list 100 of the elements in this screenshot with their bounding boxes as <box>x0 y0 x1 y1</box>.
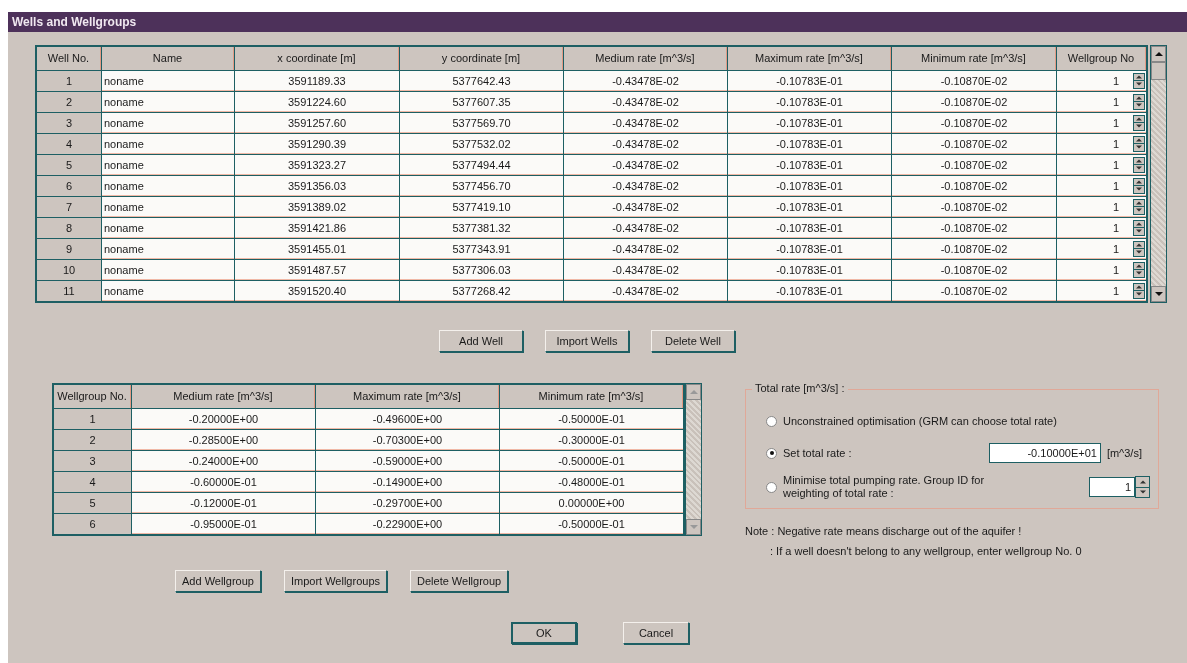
table-cell[interactable]: noname <box>102 218 234 238</box>
table-cell[interactable]: -0.49600E+00 <box>316 409 499 429</box>
table-cell[interactable]: 5377268.42 <box>400 281 563 301</box>
spin-button[interactable] <box>1133 177 1145 194</box>
column-header[interactable]: Minimum rate [m^3/s] <box>500 385 683 408</box>
table-cell[interactable]: 3591257.60 <box>235 113 399 133</box>
table-cell[interactable]: 3591189.33 <box>235 71 399 91</box>
table-cell[interactable]: -0.10870E-02 <box>892 197 1056 217</box>
table-cell[interactable]: 5377419.10 <box>400 197 563 217</box>
table-cell[interactable]: noname <box>102 134 234 154</box>
table-cell[interactable]: -0.29700E+00 <box>316 493 499 513</box>
row-header[interactable]: 5 <box>37 155 101 175</box>
column-header[interactable]: Wellgroup No <box>1057 47 1146 70</box>
table-cell[interactable]: noname <box>102 260 234 280</box>
row-header[interactable]: 10 <box>37 260 101 280</box>
table-cell[interactable]: -0.43478E-02 <box>564 113 727 133</box>
table-cell[interactable]: -0.10783E-01 <box>728 197 891 217</box>
table-cell[interactable]: -0.43478E-02 <box>564 218 727 238</box>
spin-button[interactable] <box>1133 93 1145 110</box>
table-cell[interactable]: -0.12000E-01 <box>132 493 315 513</box>
table-cell[interactable]: -0.10783E-01 <box>728 260 891 280</box>
table-cell[interactable]: 3591323.27 <box>235 155 399 175</box>
spin-button[interactable] <box>1133 198 1145 215</box>
dialog-button[interactable]: OK <box>511 622 577 644</box>
table-cell[interactable]: 1 <box>1112 133 1119 154</box>
table-cell[interactable]: -0.28500E+00 <box>132 430 315 450</box>
table-cell[interactable]: -0.10783E-01 <box>728 92 891 112</box>
table-cell[interactable]: -0.50000E-01 <box>500 451 683 471</box>
table-cell[interactable]: -0.43478E-02 <box>564 155 727 175</box>
table-cell[interactable]: -0.10783E-01 <box>728 71 891 91</box>
table-cell[interactable]: 1 <box>1112 280 1119 301</box>
table-cell[interactable]: 3591290.39 <box>235 134 399 154</box>
table-cell[interactable]: 5377381.32 <box>400 218 563 238</box>
column-header[interactable]: Minimum rate [m^3/s] <box>892 47 1056 70</box>
table-cell[interactable]: -0.10870E-02 <box>892 239 1056 259</box>
row-header[interactable]: 5 <box>54 493 131 513</box>
table-cell[interactable]: 3591455.01 <box>235 239 399 259</box>
table-cell[interactable]: noname <box>102 281 234 301</box>
table-cell[interactable]: 5377569.70 <box>400 113 563 133</box>
table-cell[interactable]: 5377494.44 <box>400 155 563 175</box>
table-cell[interactable]: -0.43478E-02 <box>564 197 727 217</box>
row-header[interactable]: 3 <box>37 113 101 133</box>
spin-button[interactable] <box>1133 261 1145 278</box>
radio-button[interactable] <box>766 447 777 459</box>
dialog-button[interactable]: Import Wellgroups <box>283 570 387 592</box>
table-cell[interactable]: -0.95000E-01 <box>132 514 315 534</box>
table-cell[interactable]: -0.48000E-01 <box>500 472 683 492</box>
table-cell[interactable]: -0.10870E-02 <box>892 176 1056 196</box>
table-cell[interactable]: 1 <box>1112 154 1119 175</box>
spin-button[interactable] <box>1133 135 1145 152</box>
table-cell[interactable]: -0.43478E-02 <box>564 92 727 112</box>
table-cell[interactable]: 3591487.57 <box>235 260 399 280</box>
column-header[interactable]: x coordinate [m] <box>235 47 399 70</box>
row-header[interactable]: 4 <box>54 472 131 492</box>
table-cell[interactable]: 1 <box>1112 217 1119 238</box>
table-cell[interactable]: -0.10783E-01 <box>728 113 891 133</box>
spin-button[interactable] <box>1133 114 1145 131</box>
option-label[interactable]: Set total rate : <box>783 447 852 459</box>
table-cell[interactable]: -0.10783E-01 <box>728 281 891 301</box>
table-cell[interactable]: noname <box>102 92 234 112</box>
table-cell[interactable]: -0.10870E-02 <box>892 113 1056 133</box>
table-cell[interactable]: -0.10783E-01 <box>728 218 891 238</box>
table-cell[interactable]: -0.50000E-01 <box>500 514 683 534</box>
table-cell[interactable]: -0.10870E-02 <box>892 260 1056 280</box>
row-header[interactable]: 2 <box>54 430 131 450</box>
spin-button[interactable] <box>1133 72 1145 89</box>
table-cell[interactable]: -0.10783E-01 <box>728 239 891 259</box>
table-cell[interactable]: -0.22900E+00 <box>316 514 499 534</box>
column-header[interactable]: Medium rate [m^3/s] <box>564 47 727 70</box>
row-header[interactable]: 8 <box>37 218 101 238</box>
table-cell[interactable]: -0.10783E-01 <box>728 134 891 154</box>
table-cell[interactable]: -0.20000E+00 <box>132 409 315 429</box>
table-cell[interactable]: -0.43478E-02 <box>564 176 727 196</box>
spin-button[interactable] <box>1133 219 1145 236</box>
input-field[interactable]: -0.10000E+01 <box>988 443 1101 463</box>
row-header[interactable]: 1 <box>37 71 101 91</box>
column-header[interactable]: Well No. <box>37 47 101 70</box>
column-header[interactable]: Maximum rate [m^3/s] <box>728 47 891 70</box>
table-cell[interactable]: noname <box>102 239 234 259</box>
option-label[interactable]: Minimise total pumping rate. Group ID for weighting of total rate : <box>783 474 1003 500</box>
table-cell[interactable]: 1 <box>1112 259 1119 280</box>
table-cell[interactable]: 1 <box>1112 196 1119 217</box>
table-cell[interactable]: -0.43478E-02 <box>564 134 727 154</box>
spin-button[interactable] <box>1133 240 1145 257</box>
row-header[interactable]: 6 <box>54 514 131 534</box>
column-header[interactable]: y coordinate [m] <box>400 47 563 70</box>
table-cell[interactable]: 1 <box>1112 70 1119 91</box>
dialog-button[interactable]: Cancel <box>623 622 689 644</box>
table-cell[interactable]: 5377456.70 <box>400 176 563 196</box>
table-cell[interactable]: -0.59000E+00 <box>316 451 499 471</box>
table-cell[interactable]: noname <box>102 197 234 217</box>
spin-button[interactable] <box>1133 282 1145 299</box>
column-header[interactable]: Maximum rate [m^3/s] <box>316 385 499 408</box>
table-cell[interactable]: 5377343.91 <box>400 239 563 259</box>
column-header[interactable]: Medium rate [m^3/s] <box>132 385 315 408</box>
table-cell[interactable]: -0.10783E-01 <box>728 176 891 196</box>
table-cell[interactable]: 3591224.60 <box>235 92 399 112</box>
table-cell[interactable]: -0.10783E-01 <box>728 155 891 175</box>
table-cell[interactable]: 1 <box>1112 91 1119 112</box>
option-label[interactable]: Unconstrained optimisation (GRM can choose total rate) <box>783 415 1057 427</box>
